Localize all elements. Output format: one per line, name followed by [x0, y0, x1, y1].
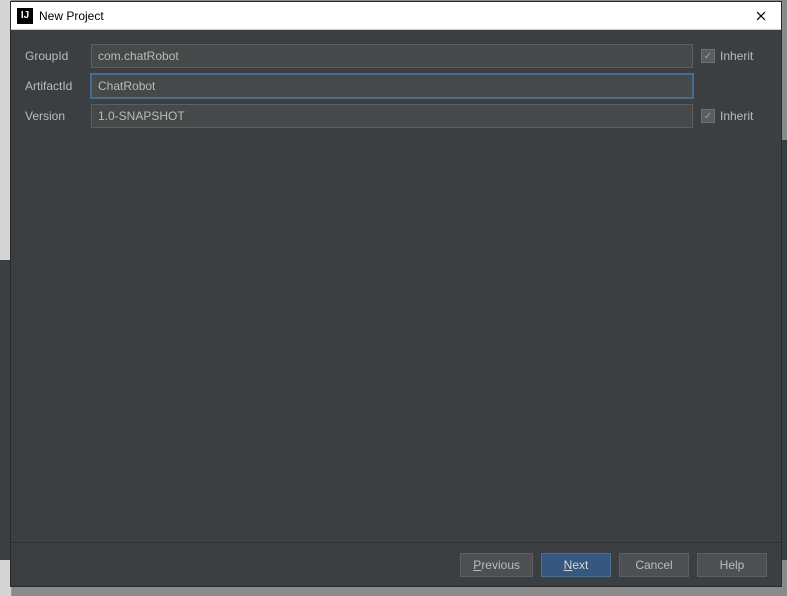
inherit-label: Inherit [720, 49, 753, 63]
button-bar: Previous Next Cancel Help [11, 542, 781, 586]
dialog-content: GroupId ✓ Inherit ArtifactId Version ✓ I… [11, 30, 781, 542]
version-row: Version ✓ Inherit [25, 104, 767, 128]
help-button[interactable]: Help [697, 553, 767, 577]
window-title: New Project [39, 9, 104, 23]
close-button[interactable] [741, 2, 781, 30]
app-icon: IJ [17, 8, 33, 24]
version-input[interactable] [91, 104, 693, 128]
version-inherit[interactable]: ✓ Inherit [701, 109, 767, 123]
artifactid-row: ArtifactId [25, 74, 767, 98]
groupid-label: GroupId [25, 49, 83, 63]
version-label: Version [25, 109, 83, 123]
cancel-button[interactable]: Cancel [619, 553, 689, 577]
close-icon [756, 11, 766, 21]
new-project-dialog: IJ New Project GroupId ✓ Inherit Artifac… [10, 1, 782, 587]
next-rest: ext [572, 558, 588, 572]
groupid-row: GroupId ✓ Inherit [25, 44, 767, 68]
previous-rest: revious [481, 558, 520, 572]
previous-button[interactable]: Previous [460, 553, 533, 577]
checkbox-icon: ✓ [701, 109, 715, 123]
artifactid-label: ArtifactId [25, 79, 83, 93]
artifactid-input[interactable] [91, 74, 693, 98]
next-button[interactable]: Next [541, 553, 611, 577]
inherit-label: Inherit [720, 109, 753, 123]
groupid-inherit[interactable]: ✓ Inherit [701, 49, 767, 63]
groupid-input[interactable] [91, 44, 693, 68]
checkbox-icon: ✓ [701, 49, 715, 63]
titlebar: IJ New Project [11, 2, 781, 30]
